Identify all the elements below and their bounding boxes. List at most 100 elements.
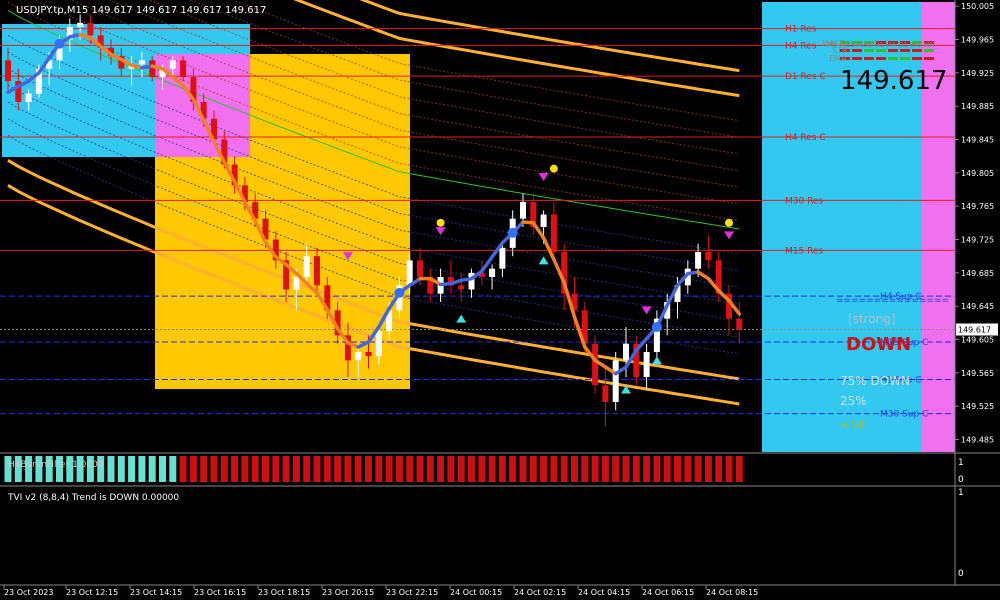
candle-body (365, 352, 372, 357)
filter-bar (375, 456, 383, 482)
x-tick-label: 24 Oct 08:15 (706, 588, 758, 597)
resistance-label: M15 Res (785, 246, 823, 256)
candle-body (77, 22, 84, 27)
y-tick-label: 149.645 (961, 302, 994, 311)
price-axis: 150.005 149.965 149.925 149.885 149.845 149.8… (954, 0, 1000, 600)
candle-body (375, 331, 382, 357)
x-tick-label: 23 Oct 14:15 (130, 588, 182, 597)
filter-bar (571, 456, 578, 482)
filter-bar (385, 456, 393, 482)
candle-body (138, 60, 145, 65)
filter-bar (560, 456, 568, 482)
candle-body (25, 93, 32, 102)
filter-bar (159, 456, 166, 482)
filter-bar (334, 456, 342, 482)
filter-bar (189, 456, 197, 482)
filter-bar (200, 456, 208, 482)
filter-bar (704, 456, 712, 482)
x-tick-label: 24 Oct 00:15 (450, 588, 502, 597)
ind2-tick-0: 0 (958, 569, 964, 579)
ma-dot-marker (54, 38, 65, 49)
resistance-label: M30 Res (785, 196, 823, 206)
tf-status-cell (888, 57, 898, 60)
y-tick-label: 149.565 (961, 369, 994, 378)
filter-bar (468, 456, 475, 482)
tf-status-cell (924, 57, 934, 60)
tf-status-cell (876, 57, 886, 60)
y-tick-label: 149.725 (961, 236, 994, 245)
tf-status-cell (912, 49, 922, 52)
filter-bar (550, 456, 558, 482)
big-price: 149.617 (840, 66, 948, 96)
filter-bar (457, 456, 465, 482)
price-axis-bg (955, 0, 1000, 600)
tf-status-cell (864, 49, 874, 52)
candle-body (5, 60, 11, 82)
y-tick-label: 149.885 (961, 102, 994, 111)
candle-body (303, 256, 310, 277)
tf-status-cell (900, 49, 910, 52)
tf-status-cell (864, 57, 874, 60)
filter-bar (179, 456, 187, 482)
resistance-label: D1 Res C (785, 72, 826, 82)
y-tick-label: 149.805 (961, 169, 994, 178)
candle-body (602, 385, 609, 402)
filter-bar (663, 456, 671, 482)
signal-dot-icon (436, 218, 445, 227)
filter-bar (674, 456, 681, 482)
tf-status-cell (888, 49, 898, 52)
filter-bar (447, 456, 455, 482)
candle-body (355, 352, 362, 361)
filter-bar (148, 456, 156, 482)
filter-bar (344, 456, 352, 482)
indicator2-label: TVI v2 (8,8,4) Trend is DOWN 0.00000 (7, 493, 179, 503)
filter-bar (416, 456, 424, 482)
filter-bar (292, 456, 300, 482)
filter-bar (241, 456, 249, 482)
candle-body (705, 252, 712, 261)
candle-body (406, 260, 413, 286)
candle-body (592, 343, 599, 386)
candle-body (417, 260, 423, 277)
filter-bar (694, 456, 702, 482)
ma-dot-marker (651, 322, 662, 332)
filter-bar (529, 456, 537, 482)
indicator-panels (0, 452, 1000, 586)
y-tick-label: 149.525 (961, 402, 994, 411)
x-tick-label: 23 Oct 16:15 (194, 588, 246, 597)
y-tick-label: 149.765 (961, 202, 994, 211)
filter-bar (128, 456, 136, 482)
x-tick-label: 23 Oct 12:15 (66, 588, 118, 597)
filter-bar (488, 456, 496, 482)
filter-bar (653, 456, 661, 482)
chart-window: H1 Res149.978H4 Res149.958D1 Res C149.92… (0, 0, 1000, 600)
candle-body (695, 252, 702, 269)
signal-dot-icon (725, 218, 733, 227)
ind2-tick-1: 1 (958, 488, 964, 498)
filter-bar (406, 456, 414, 482)
misc-label: + UP (840, 420, 865, 431)
filter-bar (715, 456, 723, 482)
filter-bar (354, 456, 362, 482)
filter-bar (251, 456, 259, 482)
filter-bar (478, 456, 486, 482)
up-percent: 25% (840, 394, 867, 408)
candle-body (458, 285, 465, 290)
chart-title: USDJPY.tp,M15 149.617 149.617 149.617 14… (16, 5, 266, 16)
candle-body (736, 318, 743, 330)
y-tick-label: 149.925 (961, 69, 994, 78)
filter-bar (643, 456, 651, 482)
filter-bar (117, 456, 125, 482)
tf-status-cell (924, 49, 934, 52)
ma-dot-marker (394, 287, 405, 298)
x-tick-label: 23 Oct 20:15 (322, 588, 374, 597)
x-tick-label: 24 Oct 06:15 (642, 588, 694, 597)
filter-bar (395, 456, 403, 482)
panel-row-ema: EMA (829, 54, 847, 63)
candle-body (180, 60, 187, 77)
candle-body (169, 60, 176, 69)
candle-body (87, 22, 94, 36)
tf-status-cell (876, 49, 886, 52)
filter-bar (540, 456, 548, 482)
filter-bar (498, 456, 506, 482)
